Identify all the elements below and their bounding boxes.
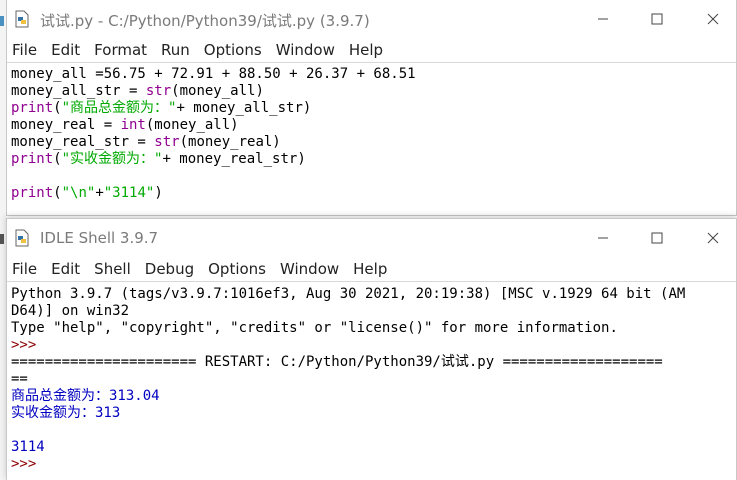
code-line: money_real = int(money_all) bbox=[11, 117, 736, 134]
shell-line: == bbox=[11, 371, 736, 388]
code-token: 商品总金额为：313.04 bbox=[11, 388, 160, 404]
code-token: money_all =56.75 + 72.91 + 88.50 + 26.37… bbox=[11, 66, 416, 82]
code-token: print bbox=[11, 151, 54, 167]
minimize-icon bbox=[598, 237, 608, 239]
editor-menubar: File Edit Format Run Options Window Help bbox=[7, 38, 736, 62]
code-token: >>> bbox=[11, 337, 45, 353]
code-token: D64)] on win32 bbox=[11, 303, 130, 319]
code-token: ( bbox=[53, 185, 62, 201]
menu-file[interactable]: File bbox=[12, 260, 37, 278]
code-token: ====================== RESTART: C:/Pytho… bbox=[11, 354, 663, 370]
shell-output[interactable]: Python 3.9.7 (tags/v3.9.7:1016ef3, Aug 3… bbox=[7, 281, 736, 473]
code-token: print bbox=[11, 100, 54, 116]
code-token: ( bbox=[53, 100, 62, 116]
maximize-button[interactable] bbox=[634, 0, 680, 38]
close-button[interactable] bbox=[690, 219, 736, 257]
shell-line: D64)] on win32 bbox=[11, 303, 736, 320]
code-token: == bbox=[11, 371, 28, 387]
menu-edit[interactable]: Edit bbox=[51, 41, 80, 59]
menu-help[interactable]: Help bbox=[349, 41, 383, 59]
code-token: >>> bbox=[11, 456, 45, 472]
shell-window: IDLE Shell 3.9.7 File Edit Shell Debug O… bbox=[6, 218, 737, 480]
code-token: ) bbox=[154, 185, 163, 201]
code-token: int bbox=[120, 117, 146, 133]
code-token: + money_real_str) bbox=[162, 151, 306, 167]
shell-line: 实收金额为：313 bbox=[11, 405, 736, 422]
minimize-button[interactable] bbox=[580, 0, 626, 38]
code-token: Python 3.9.7 (tags/v3.9.7:1016ef3, Aug 3… bbox=[11, 286, 686, 302]
shell-line: ​ bbox=[11, 422, 736, 439]
code-token: str bbox=[154, 134, 180, 150]
menu-options[interactable]: Options bbox=[204, 41, 262, 59]
minimize-icon bbox=[598, 18, 608, 20]
close-button[interactable] bbox=[690, 0, 736, 38]
menu-shell[interactable]: Shell bbox=[94, 260, 131, 278]
code-token: money_all_str = bbox=[11, 83, 146, 99]
code-line: print("商品总金额为："+ money_all_str) bbox=[11, 100, 736, 117]
editor-window: 试试.py - C:/Python/Python39/试试.py (3.9.7)… bbox=[6, 0, 737, 216]
code-token: Type "help", "copyright", "credits" or "… bbox=[11, 320, 618, 336]
code-token: "实收金额为：" bbox=[61, 151, 163, 167]
shell-line: 商品总金额为：313.04 bbox=[11, 388, 736, 405]
code-token: "商品总金额为：" bbox=[61, 100, 177, 116]
menu-options[interactable]: Options bbox=[208, 260, 266, 278]
code-line: print("实收金额为："+ money_real_str) bbox=[11, 151, 736, 168]
menu-edit[interactable]: Edit bbox=[51, 260, 80, 278]
maximize-icon bbox=[651, 13, 663, 25]
code-token: 实收金额为：313 bbox=[11, 405, 121, 421]
shell-line: 3114 bbox=[11, 439, 736, 456]
code-token: (money_all) bbox=[145, 117, 239, 133]
close-icon bbox=[707, 232, 719, 244]
code-token: str bbox=[145, 83, 172, 99]
shell-line: Python 3.9.7 (tags/v3.9.7:1016ef3, Aug 3… bbox=[11, 286, 736, 303]
code-token: money_real_str = bbox=[11, 134, 155, 150]
code-line: money_real_str = str(money_real) bbox=[11, 134, 736, 151]
close-icon bbox=[707, 13, 719, 25]
python-file-icon bbox=[15, 10, 29, 28]
code-line: money_all_str = str(money_all) bbox=[11, 83, 736, 100]
menu-format[interactable]: Format bbox=[94, 41, 147, 59]
menu-window[interactable]: Window bbox=[280, 260, 339, 278]
code-token: 3114 bbox=[11, 439, 45, 455]
menu-run[interactable]: Run bbox=[161, 41, 190, 59]
code-line: print("\n"+"3114") bbox=[11, 185, 736, 202]
maximize-button[interactable] bbox=[634, 219, 680, 257]
shell-line: ====================== RESTART: C:/Pytho… bbox=[11, 354, 736, 371]
menu-file[interactable]: File bbox=[12, 41, 37, 59]
code-token: money_real = bbox=[11, 117, 121, 133]
strip-mark bbox=[0, 234, 4, 244]
strip-mark bbox=[0, 16, 4, 26]
window-title: IDLE Shell 3.9.7 bbox=[40, 229, 159, 247]
code-token: (money_all) bbox=[171, 83, 264, 99]
python-idle-icon bbox=[15, 229, 29, 247]
menu-help[interactable]: Help bbox=[353, 260, 387, 278]
code-token: + money_all_str) bbox=[176, 100, 312, 116]
code-token: "\n" bbox=[61, 185, 96, 201]
editor-titlebar[interactable]: 试试.py - C:/Python/Python39/试试.py (3.9.7) bbox=[7, 0, 736, 38]
code-token: (money_real) bbox=[179, 134, 281, 150]
shell-line: >>> bbox=[11, 337, 736, 354]
shell-menubar: File Edit Shell Debug Options Window Hel… bbox=[7, 257, 736, 281]
shell-titlebar[interactable]: IDLE Shell 3.9.7 bbox=[7, 219, 736, 257]
menu-debug[interactable]: Debug bbox=[145, 260, 194, 278]
minimize-button[interactable] bbox=[580, 219, 626, 257]
window-title: 试试.py - C:/Python/Python39/试试.py (3.9.7) bbox=[40, 12, 370, 30]
code-token: ( bbox=[53, 151, 62, 167]
code-token: print bbox=[11, 185, 54, 201]
code-token: + bbox=[95, 185, 104, 201]
code-editor[interactable]: money_all =56.75 + 72.91 + 88.50 + 26.37… bbox=[7, 62, 736, 215]
menu-window[interactable]: Window bbox=[276, 41, 335, 59]
shell-line: Type "help", "copyright", "credits" or "… bbox=[11, 320, 736, 337]
code-line: ​ bbox=[11, 168, 736, 185]
shell-line: >>> bbox=[11, 456, 736, 473]
maximize-icon bbox=[651, 232, 663, 244]
code-line: money_all =56.75 + 72.91 + 88.50 + 26.37… bbox=[11, 66, 736, 83]
code-token: "3114" bbox=[103, 185, 155, 201]
